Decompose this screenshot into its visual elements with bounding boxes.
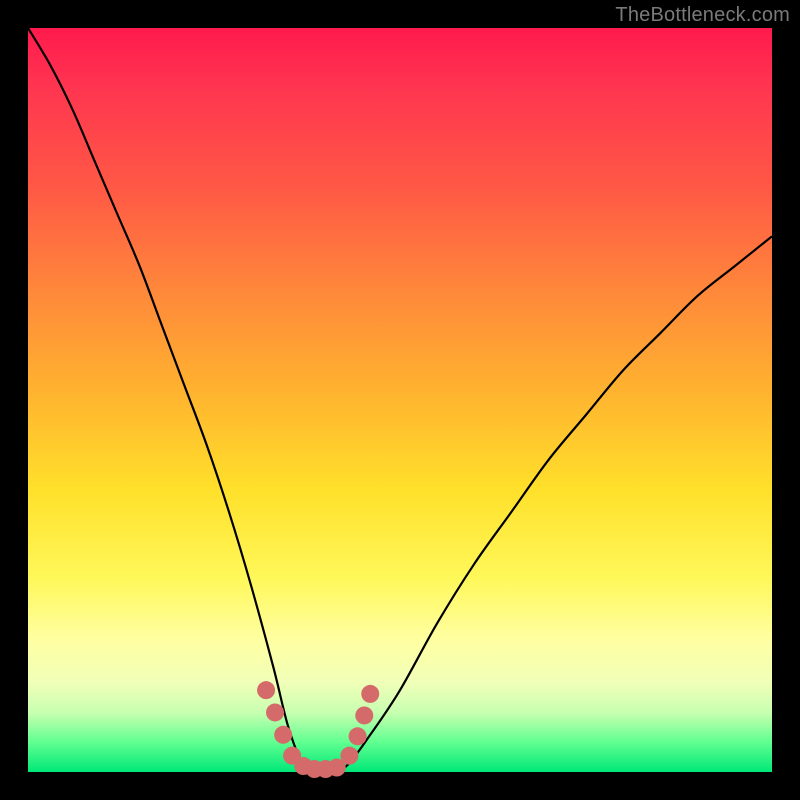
- valley-marker: [340, 747, 358, 765]
- valley-marker: [274, 726, 292, 744]
- chart-frame: TheBottleneck.com: [0, 0, 800, 800]
- valley-marker: [266, 703, 284, 721]
- plot-area: [28, 28, 772, 772]
- valley-marker: [355, 706, 373, 724]
- bottleneck-markers: [257, 681, 379, 778]
- valley-marker: [349, 727, 367, 745]
- bottleneck-curve: [28, 28, 772, 773]
- valley-marker: [361, 685, 379, 703]
- valley-marker: [257, 681, 275, 699]
- curve-svg: [28, 28, 772, 772]
- watermark-text: TheBottleneck.com: [615, 4, 790, 27]
